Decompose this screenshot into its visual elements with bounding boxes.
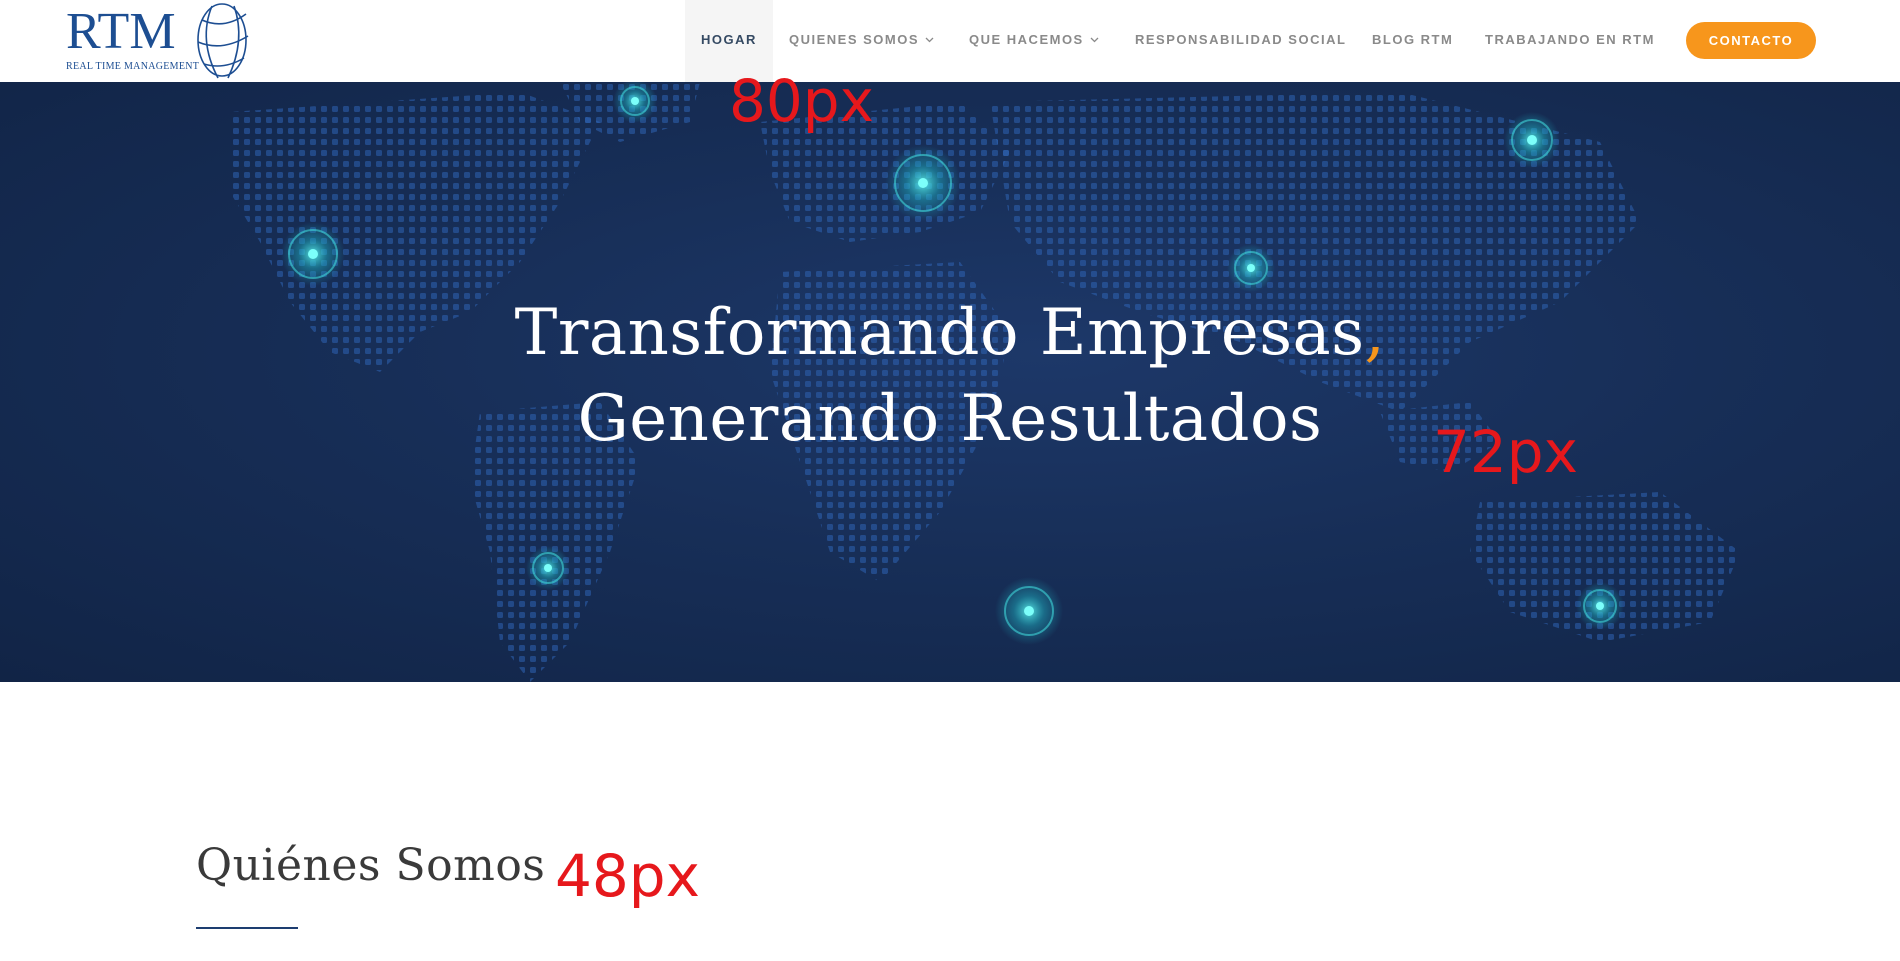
contact-button[interactable]: CONTACTO: [1686, 22, 1816, 59]
section-title-quienes-somos: Quiénes Somos: [196, 840, 546, 891]
nav-item-label: QUE HACEMOS: [969, 32, 1084, 47]
nav-item-label: TRABAJANDO EN RTM: [1485, 32, 1655, 47]
annotation-48px: 48px: [555, 842, 700, 910]
logo-text: RTM: [66, 3, 176, 60]
hero-title-line-2: Generando Resultados: [577, 382, 1323, 456]
nav-item-que-hacemos[interactable]: QUE HACEMOS: [969, 0, 1099, 82]
nav-item-responsabilidad-social[interactable]: RESPONSABILIDAD SOCIAL: [1135, 0, 1346, 82]
chevron-down-icon: [925, 37, 934, 43]
logo-subtitle: REAL TIME MANAGEMENT: [66, 61, 200, 72]
annotation-80px: 80px: [729, 67, 874, 135]
hero-title-text-1: Transformando Empresas: [514, 296, 1365, 370]
hero-title-line-1: Transformando Empresas,: [0, 290, 1900, 376]
hero-title: Transformando Empresas, Generando Result…: [0, 290, 1900, 462]
hero-title-comma: ,: [1364, 296, 1386, 370]
nav-item-trabajando-en-rtm[interactable]: TRABAJANDO EN RTM: [1485, 0, 1655, 82]
globe-icon: [197, 3, 249, 79]
nav-item-label: QUIENES SOMOS: [789, 32, 920, 47]
hero-banner: Transformando Empresas, Generando Result…: [0, 82, 1900, 682]
section-title-underline: [196, 927, 298, 929]
logo[interactable]: RTM REAL TIME MANAGEMENT: [64, 0, 254, 82]
nav-item-blog-rtm[interactable]: BLOG RTM: [1372, 0, 1453, 82]
nav-item-label: BLOG RTM: [1372, 32, 1454, 47]
site-header: RTM REAL TIME MANAGEMENT HOGAR QUIENES S…: [0, 0, 1900, 82]
page: RTM REAL TIME MANAGEMENT HOGAR QUIENES S…: [0, 0, 1900, 961]
nav-item-label: RESPONSABILIDAD SOCIAL: [1135, 32, 1347, 47]
annotation-72px: 72px: [1433, 418, 1578, 486]
nav-item-label: HOGAR: [701, 32, 757, 47]
chevron-down-icon: [1090, 37, 1099, 43]
